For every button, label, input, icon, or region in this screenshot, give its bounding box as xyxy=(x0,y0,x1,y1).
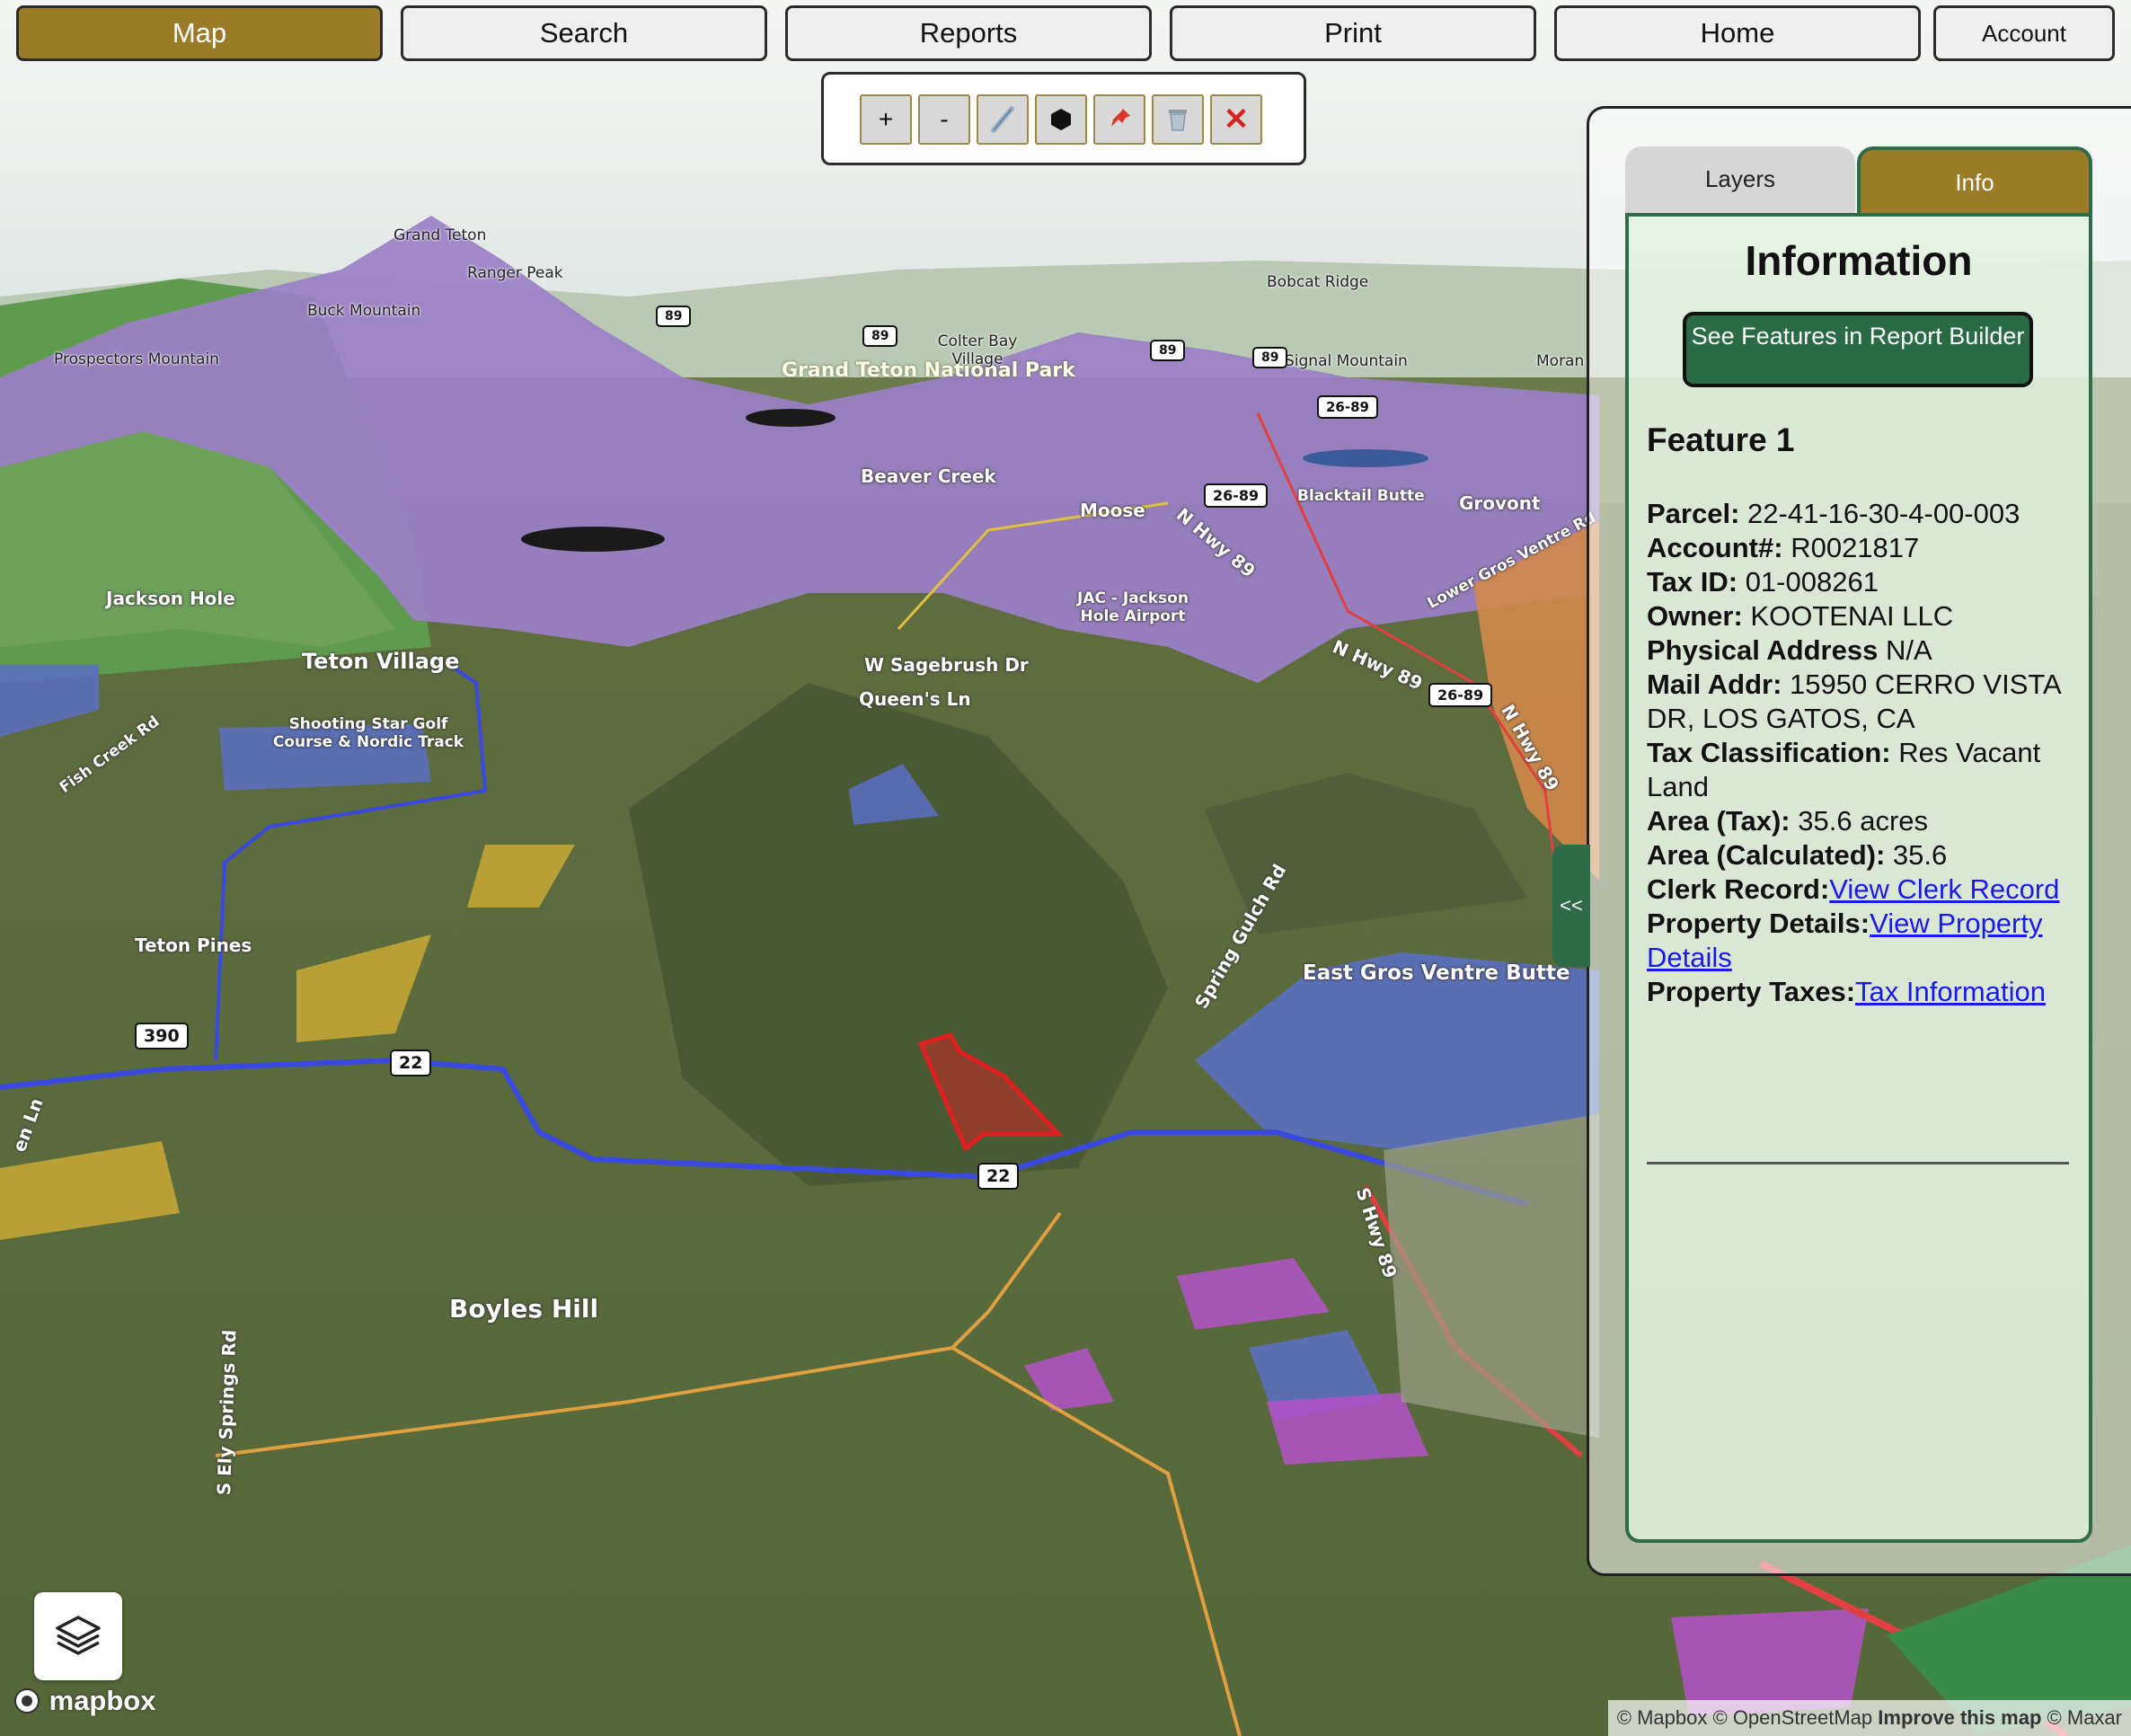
field-property-details: Property Details:View Property Details xyxy=(1647,908,2043,973)
map-attribution: © Mapbox © OpenStreetMap Improve this ma… xyxy=(1607,1700,2131,1736)
map-label-grand-teton: Grand Teton xyxy=(393,226,487,244)
collapse-panel-button[interactable]: << xyxy=(1552,845,1590,967)
trash-icon xyxy=(1169,110,1187,131)
map-label-prospectors: Prospectors Mountain xyxy=(54,350,219,368)
map-label-moose: Moose xyxy=(1080,500,1145,521)
zoom-in-button[interactable]: + xyxy=(860,94,912,145)
field-physical-address: Physical Address N/A xyxy=(1647,634,1932,666)
shield-89: 89 xyxy=(1252,347,1288,368)
shield-22: 22 xyxy=(390,1050,432,1076)
shield-89: 89 xyxy=(862,325,898,347)
nav-home-button[interactable]: Home xyxy=(1554,5,1921,61)
nav-print-button[interactable]: Print xyxy=(1170,5,1536,61)
tab-layers[interactable]: Layers xyxy=(1625,146,1855,215)
lake-2 xyxy=(746,409,836,427)
hexagon-icon xyxy=(1051,109,1071,130)
clerk-record-link[interactable]: View Clerk Record xyxy=(1829,873,2059,905)
nav-account-button[interactable]: Account xyxy=(1933,5,2115,61)
map-label-beaver-creek: Beaver Creek xyxy=(861,465,996,487)
draw-polygon-button[interactable] xyxy=(1035,94,1087,145)
map-label-buck-mountain: Buck Mountain xyxy=(307,302,421,320)
map-label-east-gros: East Gros Ventre Butte xyxy=(1303,961,1570,985)
field-parcel: Parcel: 22-41-16-30-4-00-003 xyxy=(1647,498,2020,529)
map-label-w-sagebrush: W Sagebrush Dr xyxy=(864,654,1029,676)
drop-pin-button[interactable] xyxy=(1093,94,1145,145)
map-label-jac-airport: JAC - Jackson Hole Airport xyxy=(1077,589,1189,625)
shield-390: 390 xyxy=(135,1023,189,1050)
shield-89: 89 xyxy=(1150,340,1186,361)
map-label-teton-village: Teton Village xyxy=(302,649,460,674)
pin-icon xyxy=(1111,109,1130,127)
tax-information-link[interactable]: Tax Information xyxy=(1855,976,2046,1007)
field-area-tax: Area (Tax): 35.6 acres xyxy=(1647,805,1929,837)
nav-map-button[interactable]: Map xyxy=(16,5,383,61)
mapbox-logo-icon xyxy=(14,1688,40,1714)
lake-1 xyxy=(521,527,665,552)
shield-26-89: 26-89 xyxy=(1428,683,1493,707)
delete-drawing-button[interactable] xyxy=(1152,94,1204,145)
map-label-blacktail-butte: Blacktail Butte xyxy=(1297,487,1425,505)
side-panel: Layers Info Information See Features in … xyxy=(1587,106,2131,1576)
layer-toggle-button[interactable] xyxy=(34,1592,122,1680)
map-label-colter-bay: Colter Bay Village xyxy=(937,332,1018,368)
attribution-mapbox-link[interactable]: © Mapbox xyxy=(1617,1706,1708,1729)
map-label-gtnp: Grand Teton National Park xyxy=(782,359,1075,382)
zoning-magenta-2 xyxy=(1267,1393,1428,1465)
map-label-jackson-hole: Jackson Hole xyxy=(106,588,235,609)
field-mail-addr: Mail Addr: 15950 CERRO VISTA DR, LOS GAT… xyxy=(1647,669,2060,734)
improve-map-link[interactable]: Improve this map xyxy=(1878,1706,2041,1729)
feature-attributes: Parcel: 22-41-16-30-4-00-003 Account#: R… xyxy=(1647,497,2078,1009)
attribution-osm-link[interactable]: © OpenStreetMap xyxy=(1713,1706,1873,1729)
draw-toolbar: + - ✕ xyxy=(821,72,1306,165)
feature-heading: Feature 1 xyxy=(1647,421,1795,458)
feature-divider xyxy=(1647,1162,2069,1165)
mapbox-logo[interactable]: mapbox xyxy=(13,1685,155,1717)
field-owner: Owner: KOOTENAI LLC xyxy=(1647,600,1954,632)
measure-button[interactable] xyxy=(977,94,1029,145)
shield-22: 22 xyxy=(977,1163,1020,1190)
report-builder-button[interactable]: See Features in Report Builder xyxy=(1683,312,2033,387)
map-label-signal-mountain: Signal Mountain xyxy=(1285,352,1408,370)
zoom-out-button[interactable]: - xyxy=(918,94,970,145)
info-panel: Information See Features in Report Build… xyxy=(1625,213,2092,1543)
ruler-icon xyxy=(991,106,1014,133)
map-label-boyles-hill: Boyles Hill xyxy=(449,1294,599,1324)
field-tax-id: Tax ID: 01-008261 xyxy=(1647,566,1879,598)
lake-3 xyxy=(1303,449,1428,467)
field-account: Account#: R0021817 xyxy=(1647,532,1920,563)
map-label-bobcat-ridge: Bobcat Ridge xyxy=(1267,273,1369,291)
close-icon[interactable]: ✕ xyxy=(1210,94,1262,145)
shield-89: 89 xyxy=(656,306,692,327)
shield-26-89: 26-89 xyxy=(1204,483,1269,508)
nav-reports-button[interactable]: Reports xyxy=(785,5,1152,61)
shield-26-89: 26-89 xyxy=(1317,395,1378,419)
map-label-moran: Moran xyxy=(1536,352,1585,370)
attribution-maxar-link[interactable]: © Maxar xyxy=(2047,1706,2122,1729)
field-tax-classification: Tax Classification: Res Vacant Land xyxy=(1647,737,2041,802)
layers-icon xyxy=(56,1616,101,1655)
field-property-taxes: Property Taxes:Tax Information xyxy=(1647,976,2046,1007)
field-area-calculated: Area (Calculated): 35.6 xyxy=(1647,839,1948,871)
map-label-ranger-peak: Ranger Peak xyxy=(467,264,563,282)
field-clerk-record: Clerk Record:View Clerk Record xyxy=(1647,873,2060,905)
panel-title: Information xyxy=(1745,237,1973,284)
tab-info[interactable]: Info xyxy=(1857,146,2092,215)
map-label-grovont: Grovont xyxy=(1459,492,1541,514)
map-label-queens-ln: Queen's Ln xyxy=(859,688,971,710)
map-label-shooting-star: Shooting Star Golf Course & Nordic Track xyxy=(272,715,464,751)
map-label-teton-pines: Teton Pines xyxy=(135,934,252,956)
nav-search-button[interactable]: Search xyxy=(401,5,767,61)
jackson-town xyxy=(1384,1114,1599,1438)
